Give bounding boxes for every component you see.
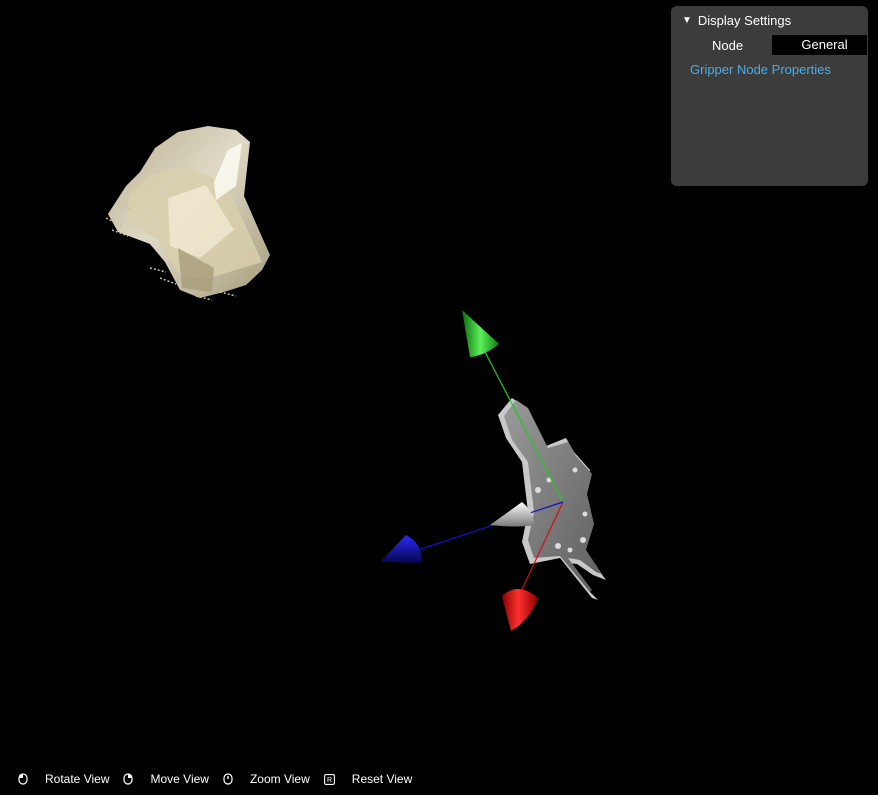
y-axis-arrow[interactable] — [462, 310, 499, 357]
mouse-left-icon — [18, 773, 28, 785]
reset-view-hint[interactable]: R Reset View — [323, 772, 413, 786]
display-settings-header[interactable]: ▼ Display Settings — [682, 14, 791, 28]
gripper-model[interactable] — [498, 398, 606, 600]
point-cloud-object — [105, 126, 270, 301]
gripper-node-properties-link[interactable]: Gripper Node Properties — [690, 63, 831, 77]
panel-title: Display Settings — [697, 13, 792, 28]
z-axis-arrow[interactable] — [380, 535, 422, 563]
zoom-view-hint[interactable]: Zoom View — [223, 772, 310, 786]
mouse-right-icon — [123, 773, 134, 785]
collapse-triangle-icon[interactable]: ▼ — [682, 14, 692, 28]
mouse-wheel-icon — [223, 773, 233, 785]
move-view-hint[interactable]: Move View — [123, 772, 209, 786]
move-view-label: Move View — [150, 772, 209, 786]
node-label: Node — [712, 38, 744, 53]
rotate-view-label: Rotate View — [45, 772, 110, 786]
display-settings-panel: ▼ Display Settings Node General Gripper … — [671, 6, 868, 186]
reset-view-label: Reset View — [351, 772, 413, 786]
r-key-icon: R — [323, 773, 335, 785]
svg-text:R: R — [327, 777, 332, 784]
x-axis-arrow[interactable] — [502, 588, 538, 631]
controls-hint-bar: Rotate View Move View Zoom View R Reset … — [18, 771, 426, 787]
node-select[interactable]: General — [772, 35, 867, 55]
zoom-view-label: Zoom View — [249, 772, 310, 786]
rotate-view-hint[interactable]: Rotate View — [18, 772, 109, 786]
